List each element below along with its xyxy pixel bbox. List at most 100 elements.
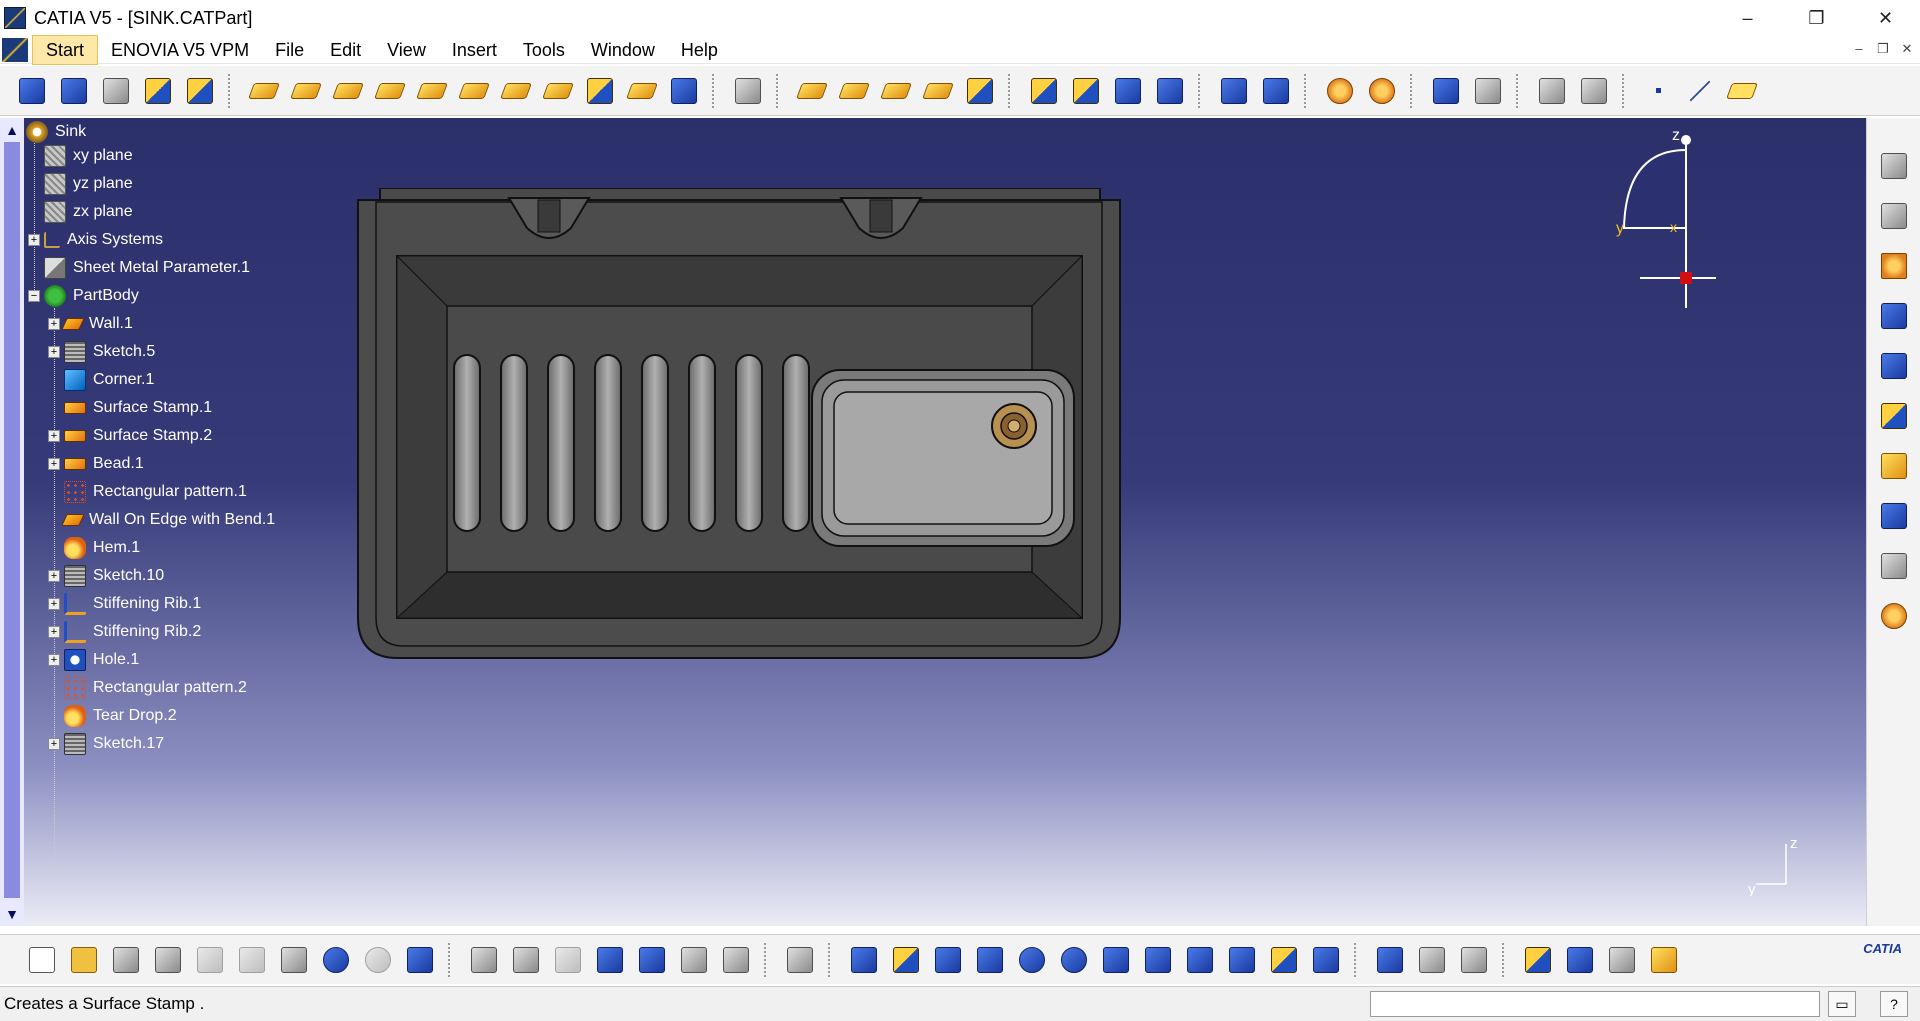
undo-icon[interactable] — [318, 942, 354, 978]
iso-view-icon[interactable] — [1182, 942, 1218, 978]
save-icon[interactable] — [108, 942, 144, 978]
user-stamp-icon[interactable] — [666, 73, 702, 109]
measure-between-icon[interactable] — [1372, 942, 1408, 978]
open-folder-icon[interactable] — [66, 942, 102, 978]
doc-minimize-button[interactable]: – — [1850, 40, 1868, 58]
minimize-button[interactable]: – — [1713, 0, 1782, 36]
conical-bend-icon[interactable] — [1068, 73, 1104, 109]
cut-icon[interactable] — [192, 942, 228, 978]
expand-plus-icon[interactable]: + — [48, 626, 60, 638]
flanged-cutout-icon[interactable] — [372, 73, 408, 109]
tree-node[interactable]: + Sketch.17 — [48, 730, 167, 758]
power-input-button[interactable]: ▭ — [1828, 991, 1856, 1017]
menu-insert[interactable]: Insert — [439, 36, 510, 64]
sketcher-icon[interactable] — [1534, 73, 1570, 109]
apply-material-icon[interactable] — [1876, 398, 1912, 434]
tree-node[interactable]: Rectangular pattern.2 — [64, 674, 250, 702]
expand-plus-icon[interactable]: + — [28, 234, 40, 246]
3d-viewport[interactable]: Sink xy plane yz plane zx plane + Axis S… — [24, 118, 1866, 926]
tree-node[interactable]: − PartBody — [28, 282, 142, 310]
knowledge-inspector-icon[interactable] — [718, 942, 754, 978]
expand-plus-icon[interactable]: + — [48, 458, 60, 470]
tree-node[interactable]: Corner.1 — [64, 366, 157, 394]
catia-app-icon[interactable] — [4, 7, 26, 29]
tree-node[interactable]: Sheet Metal Parameter.1 — [44, 254, 253, 282]
update-icon[interactable] — [782, 942, 818, 978]
pattern-icon[interactable] — [1876, 448, 1912, 484]
louver-icon[interactable] — [414, 73, 450, 109]
hem-icon[interactable] — [794, 73, 830, 109]
expand-plus-icon[interactable]: + — [48, 318, 60, 330]
menu-edit[interactable]: Edit — [317, 36, 374, 64]
view-to-unfold-icon[interactable] — [56, 73, 92, 109]
tree-node[interactable]: Tear Drop.2 — [64, 702, 180, 730]
lock-icon[interactable] — [676, 942, 712, 978]
photo-studio-icon[interactable] — [1646, 942, 1682, 978]
formula-icon[interactable] — [466, 942, 502, 978]
line-icon[interactable] — [1682, 73, 1718, 109]
fold-unfold-icon[interactable] — [1428, 73, 1464, 109]
tree-node[interactable]: Hem.1 — [64, 534, 143, 562]
bridge-icon[interactable] — [456, 73, 492, 109]
knowledge-icon[interactable] — [1876, 498, 1912, 534]
extrusion-icon[interactable] — [962, 73, 998, 109]
sheet-metal-parameters-icon[interactable] — [14, 73, 50, 109]
curve-mapping-icon[interactable] — [1258, 73, 1294, 109]
menu-window[interactable]: Window — [578, 36, 668, 64]
measure-item-icon[interactable] — [1414, 942, 1450, 978]
point-mapping-icon[interactable] — [1216, 73, 1252, 109]
stiffening-rib-icon[interactable] — [582, 73, 618, 109]
swept-wall-icon[interactable] — [878, 73, 914, 109]
scroll-down-arrow-icon[interactable]: ▼ — [2, 904, 22, 924]
expand-plus-icon[interactable]: + — [48, 430, 60, 442]
restore-button[interactable]: ❐ — [1782, 0, 1851, 36]
tree-node[interactable]: + Wall.1 — [48, 310, 136, 338]
sketcher-icon[interactable] — [1876, 198, 1912, 234]
redo-icon[interactable] — [360, 942, 396, 978]
doc-restore-button[interactable]: ❐ — [1874, 40, 1892, 58]
expand-plus-icon[interactable]: + — [48, 570, 60, 582]
corner-relief-icon[interactable] — [1322, 73, 1358, 109]
environment-icon[interactable] — [1604, 942, 1640, 978]
measure-icon[interactable] — [1876, 348, 1912, 384]
point-icon[interactable] — [1640, 73, 1676, 109]
tree-node[interactable]: + Bead.1 — [48, 450, 147, 478]
tree-node[interactable]: + Surface Stamp.2 — [48, 422, 215, 450]
measure-inertia-icon[interactable] — [1456, 942, 1492, 978]
menu-file[interactable]: File — [262, 36, 317, 64]
tree-node[interactable]: + Axis Systems — [28, 226, 166, 254]
folding-icon[interactable] — [1152, 73, 1188, 109]
compass-origin-icon[interactable] — [1680, 272, 1692, 284]
menu-view[interactable]: View — [374, 36, 439, 64]
expand-plus-icon[interactable]: + — [48, 598, 60, 610]
expand-plus-icon[interactable]: + — [48, 738, 60, 750]
collapse-minus-icon[interactable]: − — [28, 290, 40, 302]
close-button[interactable]: ✕ — [1851, 0, 1920, 36]
flange-icon[interactable] — [836, 73, 872, 109]
fit-all-icon[interactable] — [888, 942, 924, 978]
menu-start[interactable]: Start — [32, 34, 99, 65]
bend-icon[interactable] — [1026, 73, 1062, 109]
apply-material-icon[interactable] — [1520, 942, 1556, 978]
tear-drop-icon[interactable] — [920, 73, 956, 109]
multi-view-icon[interactable] — [1140, 942, 1176, 978]
info-icon[interactable] — [550, 942, 586, 978]
tree-node[interactable]: + Sketch.10 — [48, 562, 167, 590]
curve-stamp-icon[interactable] — [330, 73, 366, 109]
zoom-in-icon[interactable] — [1014, 942, 1050, 978]
tree-node[interactable]: + Stiffening Rib.2 — [48, 618, 204, 646]
save-dxf-icon[interactable] — [1470, 73, 1506, 109]
normal-view-icon[interactable] — [1098, 942, 1134, 978]
tree-node[interactable]: Rectangular pattern.1 — [64, 478, 250, 506]
law-icon[interactable] — [634, 942, 670, 978]
tree-node[interactable]: yz plane — [44, 170, 136, 198]
reference-elements-icon[interactable] — [1876, 298, 1912, 334]
menu-enovia[interactable]: ENOVIA V5 VPM — [98, 36, 262, 64]
fly-mode-icon[interactable] — [846, 942, 882, 978]
constraints-icon[interactable] — [1576, 73, 1612, 109]
scrollbar-track[interactable] — [4, 142, 20, 898]
render-icon[interactable] — [1876, 598, 1912, 634]
zoom-out-icon[interactable] — [1056, 942, 1092, 978]
doc-close-button[interactable]: ✕ — [1898, 40, 1916, 58]
tree-node[interactable]: zx plane — [44, 198, 136, 226]
